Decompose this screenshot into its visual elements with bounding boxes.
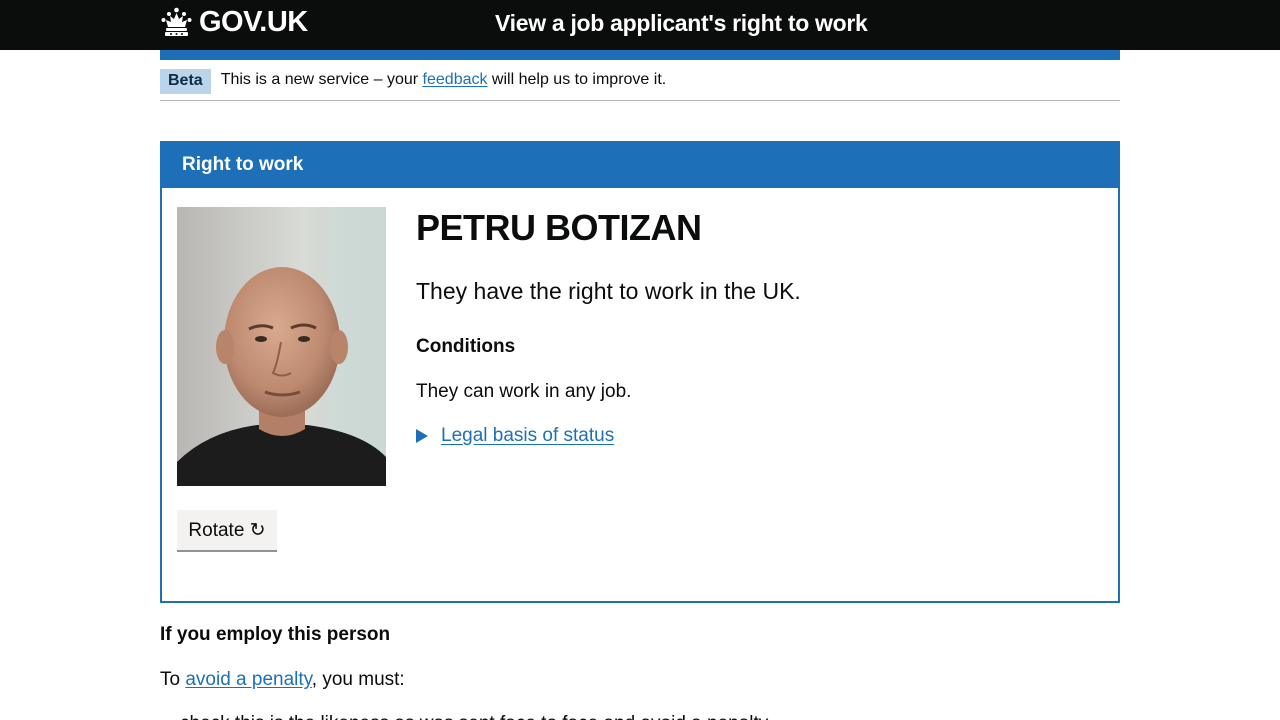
crown-icon <box>161 7 192 36</box>
legal-basis-toggle[interactable]: Legal basis of status <box>416 425 801 447</box>
employ-text-after: , you must: <box>311 669 405 690</box>
phase-text-before: This is a new service – your <box>220 71 423 88</box>
employ-heading: If you employ this person <box>160 624 391 645</box>
applicant-details: PETRU BOTIZAN They have the right to wor… <box>416 207 801 447</box>
avoid-penalty-link[interactable]: avoid a penalty <box>185 669 311 690</box>
phase-text-after: will help us to improve it. <box>487 71 667 88</box>
phase-tag: Beta <box>160 69 211 94</box>
conditions-heading: Conditions <box>416 336 516 357</box>
employ-list: check this is the likeness as was sent f… <box>180 712 1120 720</box>
legal-basis-label[interactable]: Legal basis of status <box>441 425 614 447</box>
phase-text: This is a new service – your feedback wi… <box>221 69 667 91</box>
header-accent-bar <box>160 50 1120 60</box>
panel-title: Right to work <box>162 143 1118 188</box>
applicant-name: PETRU BOTIZAN <box>416 207 702 248</box>
work-status: They have the right to work in the UK. <box>416 278 801 304</box>
right-to-work-panel: Right to work Rotate ↻ PETRU BOTIZAN The… <box>160 141 1120 603</box>
conditions-text: They can work in any job. <box>416 381 632 402</box>
service-name[interactable]: View a job applicant's right to work <box>495 10 868 37</box>
feedback-link[interactable]: feedback <box>423 71 488 88</box>
govuk-logo-link[interactable]: GOV.UK <box>160 6 308 39</box>
logo-text: GOV.UK <box>199 6 308 38</box>
list-item: check this is the likeness as was sent f… <box>180 712 1120 720</box>
site-header: GOV.UK View a job applicant's right to w… <box>0 0 1280 50</box>
applicant-photo <box>177 207 386 486</box>
employ-section: If you employ this person To avoid a pen… <box>160 623 1120 720</box>
disclosure-triangle-icon <box>416 429 428 443</box>
employ-text-before: To <box>160 669 186 690</box>
employ-text: To avoid a penalty, you must: <box>160 668 1120 692</box>
rotate-button[interactable]: Rotate ↻ <box>177 510 277 550</box>
phase-banner: Beta This is a new service – your feedba… <box>160 60 1120 101</box>
